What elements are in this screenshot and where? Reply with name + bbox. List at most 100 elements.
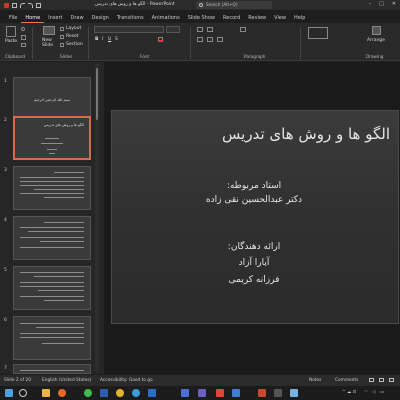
powerpoint-icon[interactable]: [258, 389, 266, 397]
tab-slide-show[interactable]: Slide Show: [184, 13, 219, 23]
presenter-2[interactable]: فرزانه کریمی: [112, 275, 398, 285]
shapes-icon[interactable]: [308, 27, 328, 39]
battery-icon[interactable]: ▭: [380, 390, 384, 395]
present-icon[interactable]: [36, 2, 41, 8]
app-icon-blue[interactable]: [181, 389, 189, 397]
section-button[interactable]: Section: [66, 42, 83, 47]
tab-help[interactable]: Help: [290, 13, 309, 23]
document-title: الگو ها و روش های تدریس - PowerPoint: [95, 2, 175, 7]
volume-icon[interactable]: ◁: [372, 390, 375, 395]
arrange-button[interactable]: Arrange: [367, 38, 385, 43]
current-slide[interactable]: الگو ها و روش های تدریس استاد مربوطه: دک…: [111, 110, 399, 324]
teams-icon[interactable]: [198, 389, 206, 397]
layout-icon[interactable]: [60, 27, 64, 31]
new-slide-icon[interactable]: [43, 26, 55, 35]
system-tray[interactable]: ^ ☁ ⊡: [342, 390, 356, 395]
bullets-icon[interactable]: [197, 27, 203, 32]
search-icon: [199, 3, 203, 7]
word-icon[interactable]: [100, 389, 108, 397]
maximize-button[interactable]: □: [379, 1, 384, 7]
tab-draw[interactable]: Draw: [66, 13, 87, 23]
new-slide-button[interactable]: New Slide: [42, 38, 53, 48]
autosave-icon[interactable]: [4, 2, 9, 8]
paste-icon[interactable]: [6, 26, 16, 37]
reset-button[interactable]: Reset: [66, 34, 79, 39]
taskbar-search-icon[interactable]: [19, 389, 27, 397]
tab-transitions[interactable]: Transitions: [113, 13, 148, 23]
app-icon-photos[interactable]: [290, 389, 298, 397]
search-box[interactable]: Search (Alt+Q): [196, 1, 272, 9]
copy-icon[interactable]: [21, 35, 26, 40]
tab-review[interactable]: Review: [244, 13, 270, 23]
app-icon-store[interactable]: [232, 389, 240, 397]
strikethrough-button[interactable]: S: [115, 37, 118, 42]
tab-design[interactable]: Design: [88, 13, 113, 23]
font-size-dropdown[interactable]: [166, 26, 180, 33]
presenters-label[interactable]: ارائه دهندگان:: [112, 242, 398, 252]
slide-thumbnail-6[interactable]: [13, 316, 91, 360]
paragraph-group-label: Paragraph: [244, 54, 266, 59]
tab-home[interactable]: Home: [21, 13, 45, 23]
mail-icon[interactable]: [148, 389, 156, 397]
telegram-icon[interactable]: [132, 389, 140, 397]
redo-icon[interactable]: [28, 2, 33, 8]
language-indicator[interactable]: English (United States): [42, 378, 91, 383]
reading-view-icon[interactable]: [389, 378, 394, 382]
teacher-label[interactable]: استاد مربوطه:: [112, 181, 398, 191]
app-icon-dark[interactable]: [274, 389, 282, 397]
search-placeholder: Search (Alt+Q): [206, 2, 238, 7]
save-icon[interactable]: [12, 2, 17, 8]
slide-thumbnail-3[interactable]: [13, 166, 91, 210]
thumbnail-scroll-thumb[interactable]: [96, 68, 98, 120]
numbering-icon[interactable]: [207, 27, 213, 32]
slide-thumbnail-7[interactable]: [13, 364, 91, 374]
underline-button[interactable]: U: [108, 37, 111, 42]
text-direction-icon[interactable]: [240, 27, 246, 32]
slide-thumbnail-1[interactable]: بسم الله الرحمن الرحیم: [13, 77, 91, 121]
chrome-icon[interactable]: [116, 389, 124, 397]
section-icon[interactable]: [60, 43, 64, 47]
font-color-icon[interactable]: [158, 37, 163, 42]
format-painter-icon[interactable]: [21, 43, 26, 47]
tab-animations[interactable]: Animations: [148, 13, 184, 23]
notes-button[interactable]: Notes: [309, 378, 321, 383]
bold-button[interactable]: B: [95, 37, 98, 42]
slide-thumbnail-5[interactable]: [13, 266, 91, 310]
close-button[interactable]: ✕: [392, 1, 396, 7]
arrange-icon[interactable]: [372, 26, 381, 35]
accessibility-status[interactable]: Accessibility: Good to go: [100, 378, 153, 383]
align-center-icon[interactable]: [207, 37, 213, 42]
minimize-button[interactable]: –: [369, 1, 372, 7]
tab-record[interactable]: Record: [219, 13, 244, 23]
paste-button[interactable]: Paste: [5, 39, 17, 44]
slide-title[interactable]: الگو ها و روش های تدریس: [222, 125, 390, 143]
align-left-icon[interactable]: [197, 37, 203, 42]
font-name-dropdown[interactable]: [94, 26, 164, 33]
wifi-icon[interactable]: ◠: [364, 390, 368, 395]
slide-thumbnail-2[interactable]: الگو ها و روش های تدریس: [13, 116, 91, 160]
firefox-icon[interactable]: [58, 389, 66, 397]
undo-icon[interactable]: [20, 2, 25, 8]
presenter-1[interactable]: آیارا آزاد: [112, 258, 398, 268]
tab-file[interactable]: File: [5, 13, 21, 23]
app-icon-red[interactable]: [216, 389, 224, 397]
normal-view-icon[interactable]: [369, 378, 374, 382]
file-explorer-icon[interactable]: [42, 389, 50, 397]
slide-thumbnail-4[interactable]: [13, 216, 91, 260]
reset-icon[interactable]: [60, 35, 64, 39]
clipboard-group-label: Clipboard: [5, 54, 26, 59]
align-right-icon[interactable]: [217, 37, 223, 42]
italic-button[interactable]: I: [102, 37, 103, 42]
window-controls: – □ ✕: [369, 1, 396, 7]
teacher-name[interactable]: دکتر عبدالحسین نقی زاده: [112, 195, 398, 205]
windows-start-icon[interactable]: [5, 389, 13, 397]
layout-button[interactable]: Layout: [66, 26, 81, 31]
slide-counter: Slide 2 of 20: [4, 378, 31, 383]
comments-button[interactable]: Comments: [335, 378, 358, 383]
cut-icon[interactable]: [21, 27, 25, 31]
thumb-number-3: 3: [4, 168, 7, 173]
tab-insert[interactable]: Insert: [44, 13, 66, 23]
whatsapp-icon[interactable]: [84, 389, 92, 397]
tab-view[interactable]: View: [270, 13, 290, 23]
slide-sorter-icon[interactable]: [379, 378, 384, 382]
